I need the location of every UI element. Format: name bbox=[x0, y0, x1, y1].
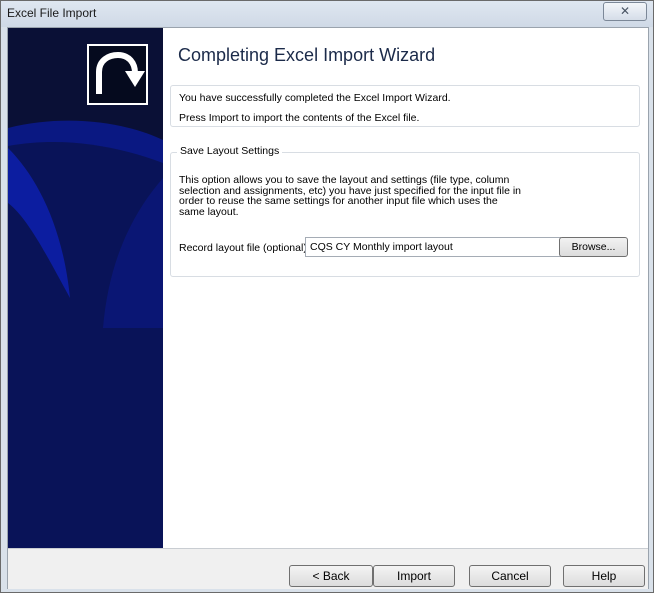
close-button[interactable]: ✕ bbox=[603, 2, 647, 21]
back-button[interactable]: < Back bbox=[289, 565, 373, 587]
cancel-button[interactable]: Cancel bbox=[469, 565, 551, 587]
wizard-logo bbox=[87, 44, 148, 105]
record-layout-file-label: Record layout file (optional): bbox=[179, 242, 310, 254]
completion-message: You have successfully completed the Exce… bbox=[179, 92, 451, 104]
title-bar[interactable]: Excel File Import ✕ bbox=[1, 1, 653, 27]
curved-arrow-icon bbox=[96, 51, 145, 94]
excel-import-window: Excel File Import ✕ Completing Excel Imp… bbox=[0, 0, 654, 593]
close-icon: ✕ bbox=[619, 4, 631, 18]
help-button[interactable]: Help bbox=[563, 565, 645, 587]
page-title: Completing Excel Import Wizard bbox=[178, 45, 436, 65]
wizard-side-panel bbox=[8, 28, 163, 548]
import-instruction: Press Import to import the contents of t… bbox=[179, 112, 420, 124]
wizard-client-area: Completing Excel Import Wizard You have … bbox=[7, 27, 649, 589]
browse-button[interactable]: Browse... bbox=[559, 237, 628, 257]
completion-info-box: You have successfully completed the Exce… bbox=[170, 85, 640, 127]
wizard-footer: < Back Import Cancel Help bbox=[8, 548, 648, 589]
record-layout-file-input[interactable]: CQS CY Monthly import layout bbox=[305, 237, 561, 257]
side-panel-swoosh-graphic bbox=[8, 120, 163, 548]
wizard-content: Completing Excel Import Wizard You have … bbox=[163, 28, 648, 548]
window-title: Excel File Import bbox=[7, 6, 97, 20]
save-layout-settings-group: Save Layout Settings This option allows … bbox=[170, 145, 640, 277]
import-button[interactable]: Import bbox=[373, 565, 455, 587]
group-legend: Save Layout Settings bbox=[177, 145, 283, 157]
layout-settings-description: This option allows you to save the layou… bbox=[179, 174, 522, 218]
